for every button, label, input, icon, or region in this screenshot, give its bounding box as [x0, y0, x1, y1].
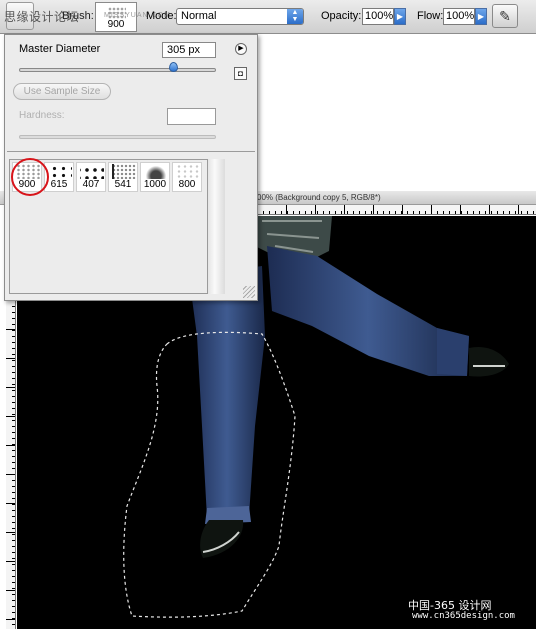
ruler-vertical[interactable] — [6, 300, 16, 629]
brush-preset-407[interactable]: 407 — [76, 162, 106, 192]
brush-preset-1000[interactable]: 1000 — [140, 162, 170, 192]
brush-tip-icon — [48, 164, 72, 179]
brush-preset-size-label: 407 — [82, 179, 100, 190]
mode-select[interactable]: Normal ▲ ▼ — [176, 8, 304, 25]
brush-preset-541[interactable]: 541 — [108, 162, 138, 192]
flow-input[interactable]: 100% — [443, 8, 475, 25]
flow-slider-button[interactable]: ▶ — [475, 8, 487, 25]
master-diameter-slider[interactable] — [19, 62, 216, 72]
brush-preset-size-label: 1000 — [143, 179, 167, 190]
master-diameter-label: Master Diameter — [19, 43, 101, 55]
master-diameter-input[interactable]: 305 px — [162, 42, 216, 58]
brush-tip-icon — [144, 164, 168, 179]
standing-leg — [189, 266, 265, 518]
presets-scrollbar[interactable] — [207, 159, 225, 294]
hardness-label: Hardness: — [19, 110, 65, 121]
divider — [7, 151, 255, 152]
opacity-input[interactable]: 100% — [362, 8, 394, 25]
hardness-input[interactable] — [167, 108, 216, 125]
opacity-label: Opacity: — [321, 10, 362, 22]
options-bar: 思缘设计论坛 Brush: 900 MISSYUAN.COM Mode: Nor… — [0, 0, 536, 34]
sneaker-right — [469, 346, 509, 377]
updown-arrows-icon: ▲ ▼ — [287, 9, 303, 24]
airbrush-icon: ✎ — [499, 8, 511, 24]
document-title: 00% (Background copy 5, RGB/8*) — [257, 193, 381, 202]
use-sample-size-button[interactable]: Use Sample Size — [13, 83, 111, 100]
airbrush-toggle[interactable]: ✎ — [492, 4, 518, 28]
flow-label: Flow: — [417, 10, 444, 22]
brush-tip-icon — [112, 164, 136, 179]
hardness-slider[interactable] — [19, 135, 216, 139]
brush-preset-size-label: 800 — [178, 179, 196, 190]
panel-menu-button[interactable]: ▶ — [235, 43, 247, 55]
site-url: www.cn365design.com — [412, 611, 515, 621]
brush-label: Brush: — [62, 10, 94, 22]
mode-label: Mode: — [146, 10, 177, 22]
brush-preset-size-label: 541 — [114, 179, 132, 190]
brush-picker-panel: Master Diameter 305 px ▶ ◘ Use Sample Si… — [4, 34, 258, 301]
reset-sample-button[interactable]: ◘ — [234, 67, 247, 80]
brush-tip-icon — [80, 164, 104, 179]
brush-tip-icon — [176, 164, 200, 179]
brush-preset-size-label: 615 — [50, 179, 68, 190]
mode-value: Normal — [181, 10, 217, 22]
ruler-horizontal[interactable] — [257, 205, 536, 215]
selected-preset-highlight — [11, 158, 49, 196]
opacity-slider-button[interactable]: ▶ — [394, 8, 406, 25]
brush-preset-size: 900 — [107, 19, 125, 30]
resize-grip-icon[interactable] — [243, 286, 255, 298]
brush-preset-800[interactable]: 800 — [172, 162, 202, 192]
slider-thumb[interactable] — [169, 62, 178, 72]
